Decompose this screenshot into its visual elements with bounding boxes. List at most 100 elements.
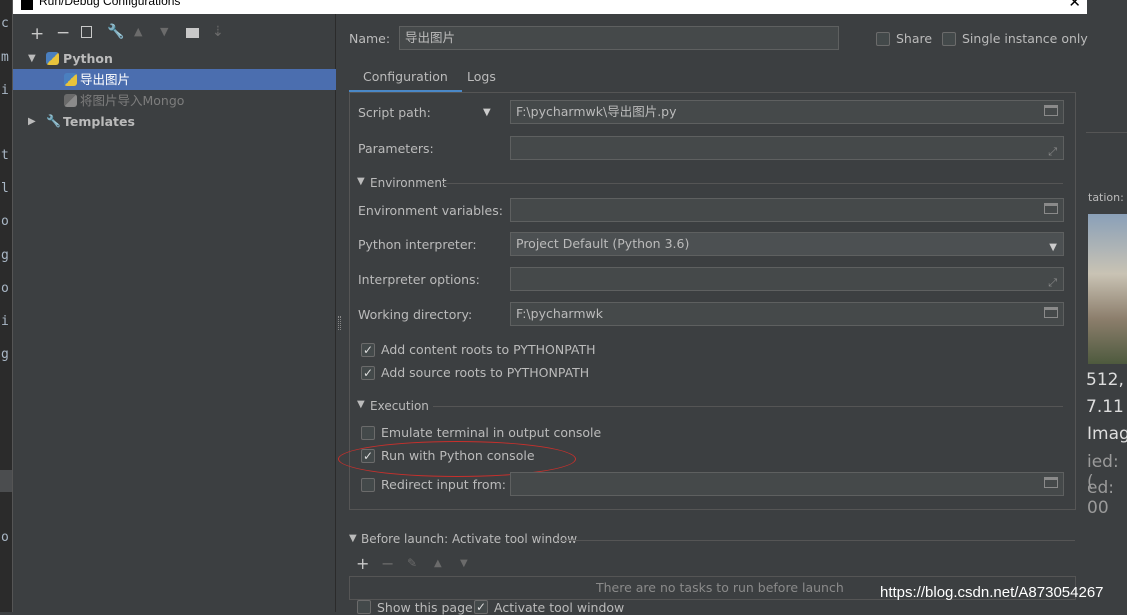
env-vars-field[interactable] — [510, 198, 1064, 222]
workdir-field[interactable]: F:\pycharmwk — [510, 302, 1064, 326]
python-icon — [64, 73, 77, 86]
redirect-input-checkbox[interactable] — [361, 478, 375, 492]
bg-char: m — [1, 50, 9, 65]
workdir-value: F:\pycharmwk — [516, 306, 603, 321]
activate-tool-window-label: Activate tool window — [494, 600, 625, 615]
folder-icon[interactable] — [1044, 477, 1058, 488]
copy-icon[interactable] — [81, 26, 92, 38]
folder-icon[interactable] — [1044, 105, 1058, 116]
wrench-icon[interactable]: 🔧 — [107, 24, 124, 40]
bg-char: o — [1, 530, 9, 545]
add-source-roots-checkbox[interactable]: ✓ — [361, 366, 375, 380]
expand-icon[interactable]: ⤢ — [1048, 272, 1057, 290]
interpreter-value: Project Default (Python 3.6) — [516, 236, 690, 251]
move-up-icon[interactable]: ▲ — [434, 558, 442, 569]
tree-group-templates[interactable]: ▶ 🔧 Templates — [13, 111, 336, 132]
folder-icon[interactable] — [1044, 203, 1058, 214]
bg-value: 512, — [1086, 370, 1124, 390]
tree-group-label: Python — [63, 51, 113, 66]
chevron-down-icon[interactable]: ▼ — [483, 107, 491, 118]
chevron-down-icon[interactable]: ▼ — [1049, 237, 1057, 255]
python-icon — [46, 52, 59, 65]
script-path-label: Script path: — [358, 105, 431, 120]
bg-char: o — [1, 281, 9, 296]
tree-item-label: 将图片导入Mongo — [80, 93, 185, 108]
remove-task-icon[interactable]: − — [381, 554, 394, 573]
tree-item-label: 导出图片 — [80, 72, 131, 87]
tree-item-export-images[interactable]: 导出图片 — [13, 69, 336, 90]
title-bar: Run/Debug Configurations ✕ — [13, 0, 1087, 14]
name-label: Name: — [349, 31, 391, 46]
move-down-icon[interactable]: ▼ — [160, 25, 168, 38]
tab-configuration[interactable]: Configuration — [349, 69, 462, 93]
window-title: Run/Debug Configurations — [39, 0, 181, 8]
run-debug-dialog: Run/Debug Configurations ✕ + − 🔧 ▲ ▼ ⇣ ▼… — [12, 0, 1088, 615]
script-path-field[interactable]: F:\pycharmwk\导出图片.py — [510, 100, 1064, 124]
bg-char: o — [1, 214, 9, 229]
expand-icon[interactable]: ⤢ — [1048, 141, 1057, 159]
workdir-label: Working directory: — [358, 307, 473, 322]
before-launch-section: Before launch: Activate tool window — [361, 532, 578, 546]
name-field[interactable]: 导出图片 — [399, 26, 839, 50]
share-checkbox[interactable] — [876, 32, 890, 46]
divider — [433, 406, 1063, 407]
tree-group-python[interactable]: ▼ Python — [13, 48, 336, 69]
remove-icon[interactable]: − — [56, 23, 70, 43]
bg-value: 7.11 — [1086, 397, 1124, 417]
splitter-handle[interactable] — [338, 316, 341, 330]
tree-item-import-mongo[interactable]: 将图片导入Mongo — [13, 90, 336, 111]
chevron-down-icon[interactable]: ▼ — [357, 176, 365, 187]
divider — [558, 540, 1075, 541]
divider — [443, 183, 1063, 184]
bg-divider — [1086, 132, 1127, 154]
bg-tab — [0, 470, 12, 492]
bg-char: l — [1, 181, 9, 196]
app-icon — [21, 0, 33, 10]
move-up-icon[interactable]: ▲ — [134, 25, 142, 38]
execution-section: Execution — [370, 399, 429, 413]
bg-value: Imag — [1087, 424, 1127, 444]
move-down-icon[interactable]: ▼ — [460, 558, 468, 569]
config-tree-panel: + − 🔧 ▲ ▼ ⇣ ▼ Python 导出图片 将图片导入Mongo ▶ 🔧… — [13, 14, 336, 612]
sort-icon[interactable]: ⇣ — [212, 24, 224, 40]
single-instance-checkbox[interactable] — [942, 32, 956, 46]
interp-options-field[interactable]: ⤢ — [510, 267, 1064, 291]
script-path-value: F:\pycharmwk\导出图片.py — [516, 104, 677, 119]
bg-value: ed: 00 — [1087, 478, 1114, 518]
add-content-roots-label: Add content roots to PYTHONPATH — [381, 342, 596, 357]
bg-char: c — [1, 16, 9, 31]
edit-task-icon[interactable]: ✎ — [407, 556, 417, 570]
show-page-label: Show this page — [377, 600, 473, 615]
interpreter-combo[interactable]: Project Default (Python 3.6) ▼ — [510, 232, 1064, 256]
tree-group-label: Templates — [63, 114, 135, 129]
emulate-terminal-checkbox[interactable] — [361, 426, 375, 440]
no-tasks-label: There are no tasks to run before launch — [596, 580, 844, 595]
chevron-down-icon[interactable]: ▼ — [349, 533, 357, 544]
python-icon — [64, 94, 77, 107]
redirect-input-label: Redirect input from: — [381, 477, 506, 492]
bg-char: g — [1, 248, 9, 263]
share-label: Share — [896, 31, 933, 46]
bg-char: i — [1, 314, 9, 329]
emulate-terminal-label: Emulate terminal in output console — [381, 425, 602, 440]
add-icon[interactable]: + — [30, 24, 44, 44]
single-instance-label: Single instance only — [962, 31, 1088, 46]
env-vars-label: Environment variables: — [358, 203, 503, 218]
parameters-field[interactable]: ⤢ — [510, 136, 1064, 160]
chevron-down-icon[interactable]: ▼ — [28, 48, 36, 69]
tab-logs[interactable]: Logs — [467, 69, 496, 84]
bg-char: g — [1, 347, 9, 362]
folder-add-icon[interactable] — [186, 28, 199, 38]
folder-icon[interactable] — [1044, 307, 1058, 318]
interpreter-label: Python interpreter: — [358, 237, 477, 252]
interp-options-label: Interpreter options: — [358, 272, 480, 287]
bg-char: t — [1, 148, 9, 163]
add-content-roots-checkbox[interactable]: ✓ — [361, 343, 375, 357]
chevron-right-icon[interactable]: ▶ — [28, 111, 36, 132]
chevron-down-icon[interactable]: ▼ — [357, 399, 365, 410]
add-task-icon[interactable]: + — [356, 554, 369, 573]
close-icon[interactable]: ✕ — [1068, 0, 1081, 11]
background-side-panel: tation: 512, 7.11 Imag ied: ( ed: 00 — [1086, 0, 1127, 612]
wrench-icon: 🔧 — [46, 114, 61, 128]
redirect-input-field[interactable] — [510, 472, 1064, 496]
